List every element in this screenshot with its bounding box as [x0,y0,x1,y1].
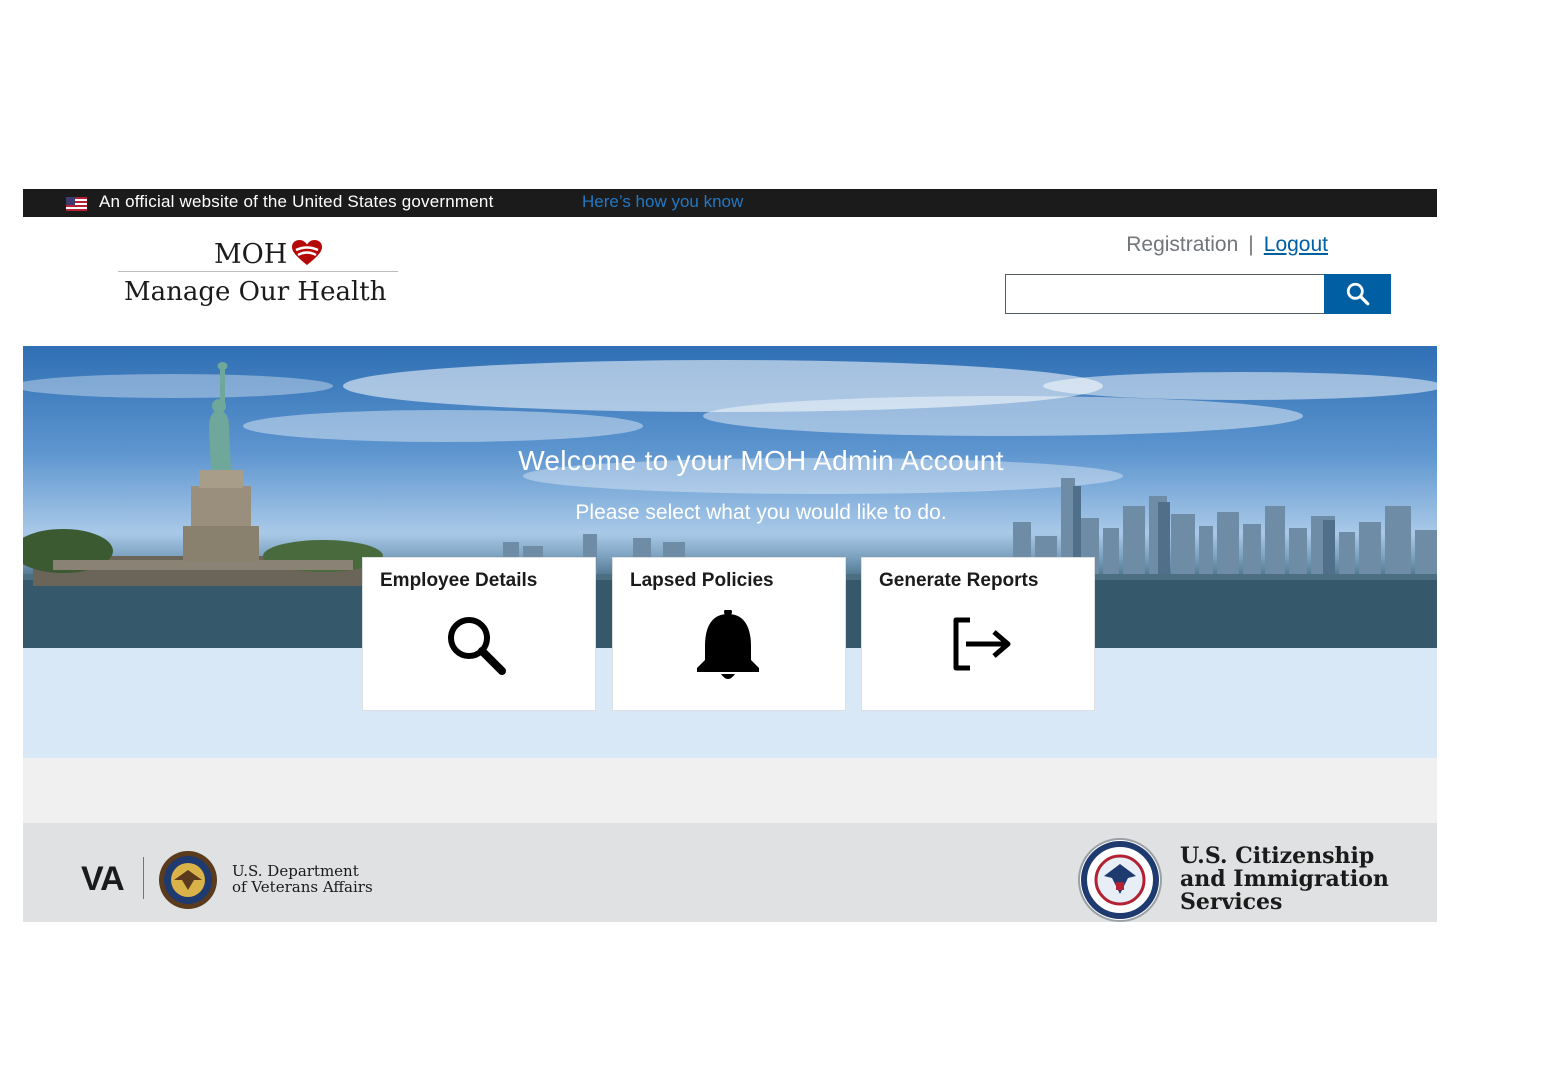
employee-details-card[interactable]: Employee Details [362,557,596,711]
logout-link[interactable]: Logout [1264,233,1328,257]
va-department-name: U.S. Department of Veterans Affairs [232,862,373,896]
gov-banner-text: An official website of the United States… [99,192,494,211]
logout-arrow-icon [953,617,1011,671]
card-label: Lapsed Policies [630,570,774,591]
heres-how-you-know-link[interactable]: Here’s how you know [582,192,743,212]
hero-title: Welcome to your MOH Admin Account [518,445,1004,476]
page-frame: An official website of the United States… [23,189,1437,922]
spacer-band [23,758,1437,823]
lapsed-policies-card[interactable]: Lapsed Policies [612,557,846,711]
search-form [1005,274,1391,314]
agency-footer: VA U.S. Department of Veterans Affairs U… [23,823,1437,922]
header-links: Registration | Logout [1126,233,1328,257]
logo-abbreviation: MOH [214,239,288,270]
logo-divider [118,271,398,272]
card-label: Generate Reports [879,570,1039,591]
logo-name: Manage Our Health [124,277,387,307]
search-input[interactable] [1005,274,1324,314]
va-divider [143,857,144,899]
moh-logo[interactable]: MOH Manage Our Health [118,235,398,315]
va-seal-icon [159,851,217,909]
va-wordmark: VA [81,860,125,898]
gov-banner: An official website of the United States… [23,189,1437,217]
generate-reports-card[interactable]: Generate Reports [861,557,1095,711]
search-icon [448,617,506,675]
link-separator: | [1248,233,1254,256]
hero-subtitle: Please select what you would like to do. [575,501,947,524]
search-icon [1346,282,1369,306]
site-header: MOH Manage Our Health Registration | Log… [23,217,1437,346]
bell-icon [697,610,759,679]
heart-icon [292,240,322,265]
dhs-seal-icon [1078,838,1162,922]
card-label: Employee Details [380,570,538,591]
search-button[interactable] [1324,274,1391,314]
registration-link[interactable]: Registration [1126,233,1238,257]
uscis-name: U.S. Citizenship and Immigration Service… [1180,843,1389,915]
us-flag-icon [66,197,87,211]
